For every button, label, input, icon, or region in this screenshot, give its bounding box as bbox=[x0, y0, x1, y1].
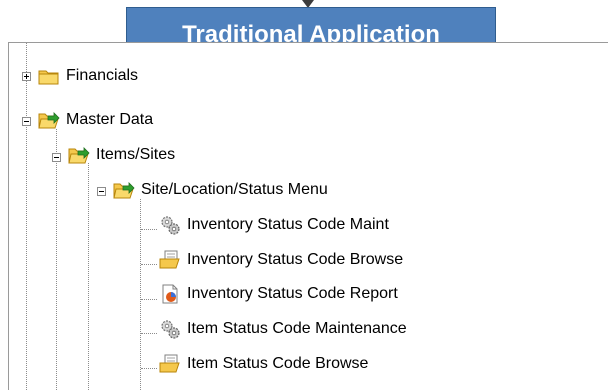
tree-line bbox=[26, 43, 27, 390]
folder-open-arrow-icon bbox=[68, 145, 90, 165]
tree-item-label: Master Data bbox=[66, 111, 154, 128]
tree-item-label: Items/Sites bbox=[96, 146, 176, 163]
gears-icon bbox=[159, 319, 181, 339]
tree-line bbox=[56, 129, 57, 390]
tree-item-master-data[interactable]: Master Data bbox=[38, 105, 153, 135]
tree-item-items-sites[interactable]: Items/Sites bbox=[68, 140, 175, 170]
tree-line bbox=[141, 333, 157, 334]
tree-item-financials[interactable]: Financials bbox=[38, 61, 138, 91]
collapse-toggle[interactable] bbox=[22, 117, 31, 126]
report-icon bbox=[159, 284, 181, 304]
tree-line bbox=[141, 368, 157, 369]
folder-closed-icon bbox=[38, 66, 60, 86]
tree-item-site-location-status-menu[interactable]: Site/Location/Status Menu bbox=[113, 175, 328, 205]
tree-line bbox=[141, 299, 157, 300]
tree-item-item-status-code-browse[interactable]: Item Status Code Browse bbox=[159, 349, 368, 379]
browse-folder-icon bbox=[159, 250, 181, 270]
tree-item-label: Item Status Code Browse bbox=[187, 355, 369, 372]
collapse-toggle[interactable] bbox=[97, 187, 106, 196]
menu-tree-panel[interactable]: Financials Master Data Items/Sites Site/… bbox=[8, 42, 608, 390]
tree-line bbox=[141, 264, 157, 265]
tree-item-label: Item Status Code Maintenance bbox=[187, 320, 407, 337]
browse-folder-icon bbox=[159, 354, 181, 374]
tree-item-inventory-status-code-report[interactable]: Inventory Status Code Report bbox=[159, 279, 398, 309]
folder-open-arrow-icon bbox=[38, 110, 60, 130]
tree-line bbox=[141, 229, 157, 230]
folder-open-arrow-icon bbox=[113, 180, 135, 200]
tree-item-label: Site/Location/Status Menu bbox=[141, 181, 328, 198]
expand-toggle[interactable] bbox=[22, 72, 31, 81]
tree-line bbox=[88, 163, 89, 390]
tree-item-label: Inventory Status Code Maint bbox=[187, 216, 389, 233]
tree-item-item-status-code-maintenance[interactable]: Item Status Code Maintenance bbox=[159, 314, 407, 344]
gears-icon bbox=[159, 215, 181, 235]
tree-item-label: Inventory Status Code Browse bbox=[187, 251, 404, 268]
tree-item-inventory-status-code-maint[interactable]: Inventory Status Code Maint bbox=[159, 210, 389, 240]
tree-line bbox=[140, 199, 141, 390]
collapse-toggle[interactable] bbox=[52, 153, 61, 162]
tree-item-label: Inventory Status Code Report bbox=[187, 285, 398, 302]
tree-item-inventory-status-code-browse[interactable]: Inventory Status Code Browse bbox=[159, 245, 403, 275]
tree-item-label: Financials bbox=[66, 67, 139, 84]
